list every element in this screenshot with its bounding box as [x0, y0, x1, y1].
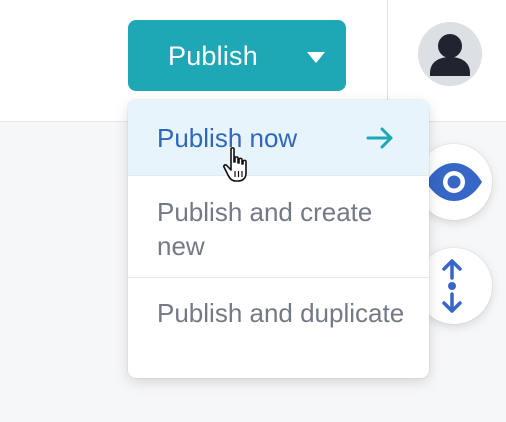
publish-button[interactable]: Publish [128, 20, 346, 91]
menu-item-label: Publish and duplicate [157, 298, 405, 328]
user-avatar-icon [430, 34, 470, 76]
menu-item-publish-and-create-new[interactable]: Publish and create new [128, 175, 429, 277]
user-avatar[interactable] [418, 22, 482, 86]
caret-down-icon[interactable] [307, 52, 325, 63]
publish-options-menu: Publish now Publish and create new Publi… [128, 100, 429, 378]
publish-button-label: Publish [168, 41, 258, 71]
arrow-right-icon [366, 127, 393, 149]
menu-item-publish-and-duplicate[interactable]: Publish and duplicate [128, 277, 429, 378]
menu-item-publish-now[interactable]: Publish now [128, 100, 429, 175]
menu-item-label: Publish and create new [157, 197, 373, 261]
menu-item-label: Publish now [157, 123, 298, 153]
